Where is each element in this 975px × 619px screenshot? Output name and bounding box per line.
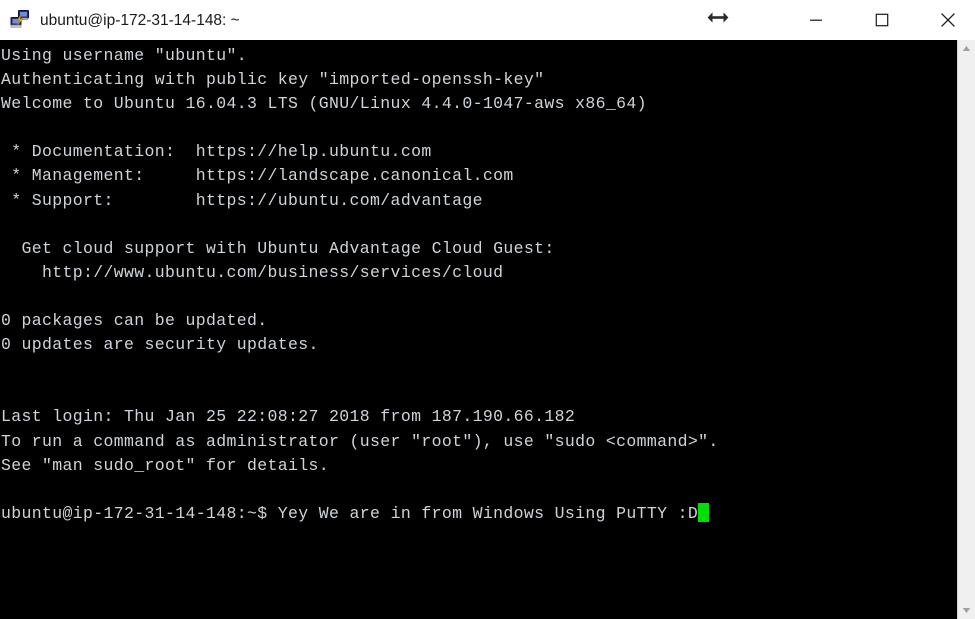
- terminal-line: To run a command as administrator (user …: [1, 431, 719, 451]
- terminal-line: 0 updates are security updates.: [1, 335, 319, 355]
- terminal-line: Welcome to Ubuntu 16.04.3 LTS (GNU/Linux…: [1, 94, 647, 114]
- terminal-line: Using username "ubuntu".: [1, 46, 248, 65]
- terminal-prompt-line[interactable]: ubuntu@ip-172-31-14-148:~$ Yey We are in…: [0, 502, 957, 526]
- putty-window: ubuntu@ip-172-31-14-148: ~ Using usernam…: [0, 0, 975, 619]
- terminal-line: Last login: Thu Jan 25 22:08:27 2018 fro…: [1, 407, 576, 427]
- vertical-scrollbar[interactable]: [957, 40, 975, 619]
- window-title: ubuntu@ip-172-31-14-148: ~: [40, 12, 240, 29]
- maximize-icon: [875, 13, 889, 27]
- scroll-up-arrow-icon[interactable]: [958, 40, 975, 57]
- terminal-line: Get cloud support with Ubuntu Advantage …: [1, 238, 555, 258]
- terminal-line: See "man sudo_root" for details.: [1, 455, 330, 475]
- title-bar[interactable]: ubuntu@ip-172-31-14-148: ~: [0, 0, 975, 40]
- horizontal-resize-arrow-icon: [706, 7, 730, 29]
- text-cursor: [698, 502, 709, 522]
- minimize-icon: [810, 19, 822, 21]
- terminal-line: * Documentation: https://help.ubuntu.com: [1, 142, 432, 162]
- scroll-down-arrow-icon[interactable]: [958, 602, 975, 619]
- putty-icon: [9, 9, 31, 31]
- terminal-line: 0 packages can be updated.: [1, 311, 268, 331]
- close-icon: [941, 13, 955, 27]
- maximize-button[interactable]: [859, 0, 905, 40]
- terminal-line: * Management: https://landscape.canonica…: [1, 166, 514, 186]
- typed-command: Yey We are in from Windows Using PuTTY :…: [277, 503, 699, 523]
- terminal-line: * Support: https://ubuntu.com/advantage: [1, 190, 483, 210]
- terminal-output: Using username "ubuntu". Authenticating w…: [0, 44, 957, 526]
- shell-prompt: ubuntu@ip-172-31-14-148:~$: [1, 503, 278, 523]
- terminal-screen[interactable]: Using username "ubuntu". Authenticating w…: [0, 40, 957, 619]
- terminal-line: http://www.ubuntu.com/business/services/…: [1, 262, 504, 282]
- close-button[interactable]: [925, 0, 971, 40]
- minimize-button[interactable]: [793, 0, 839, 40]
- terminal-line: Authenticating with public key "imported…: [1, 70, 545, 90]
